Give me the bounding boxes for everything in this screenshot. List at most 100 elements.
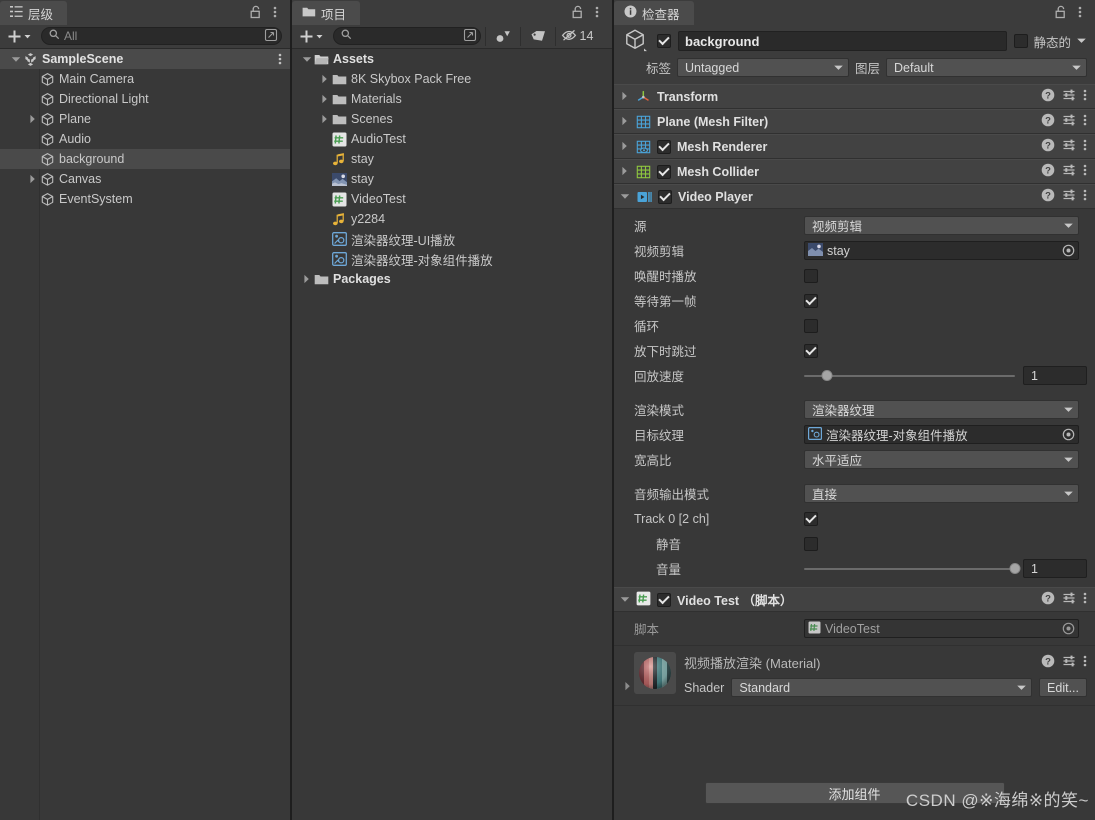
kebab-menu-icon[interactable] (1083, 88, 1087, 105)
project-item[interactable]: 渲染器纹理-UI播放 (292, 229, 612, 249)
kebab-menu-icon[interactable] (278, 52, 290, 66)
hierarchy-item-directional-light[interactable]: Directional Light (0, 89, 290, 109)
project-item[interactable]: 8K Skybox Pack Free (292, 69, 612, 89)
kebab-menu-icon[interactable] (1083, 188, 1087, 205)
lock-icon[interactable] (569, 2, 586, 22)
gameobject-name-field[interactable]: background (678, 31, 1008, 51)
hierarchy-item-audio[interactable]: Audio (0, 129, 290, 149)
layer-dropdown[interactable]: Default (886, 58, 1087, 77)
volume-slider[interactable] (804, 562, 1021, 576)
kebab-menu-icon[interactable] (266, 2, 283, 22)
project-item[interactable]: stay (292, 169, 612, 189)
project-item[interactable]: Assets (292, 49, 612, 69)
render-mode-dropdown[interactable]: 渲染器纹理 (804, 400, 1079, 419)
playback-speed-slider-handle[interactable] (821, 370, 833, 381)
help-icon[interactable]: ? (1041, 113, 1055, 130)
foldout-right-icon[interactable] (300, 273, 313, 286)
project-item[interactable]: Materials (292, 89, 612, 109)
volume-slider-handle[interactable] (1009, 563, 1021, 574)
kebab-menu-icon[interactable] (1083, 654, 1087, 671)
add-component-button[interactable]: 添加组件 (704, 782, 1005, 804)
skip-on-drop-checkbox[interactable] (804, 343, 818, 358)
foldout-right-icon[interactable] (620, 165, 629, 179)
kebab-menu-icon[interactable] (1083, 591, 1087, 608)
create-gameobject-button[interactable] (4, 27, 37, 46)
help-icon[interactable]: ? (1041, 88, 1055, 105)
kebab-menu-icon[interactable] (588, 2, 605, 22)
preset-icon[interactable] (1062, 654, 1076, 671)
hierarchy-item-canvas[interactable]: Canvas (0, 169, 290, 189)
search-by-label-icon[interactable] (521, 26, 555, 47)
foldout-right-icon[interactable] (318, 73, 331, 86)
search-expand-icon[interactable] (264, 28, 278, 45)
help-icon[interactable]: ? (1041, 188, 1055, 205)
lock-icon[interactable] (1052, 2, 1069, 22)
preset-icon[interactable] (1062, 163, 1076, 180)
aspect-ratio-dropdown[interactable]: 水平适应 (804, 450, 1079, 469)
component-header-plane-mesh-filter[interactable]: Plane (Mesh Filter)? (614, 109, 1095, 134)
kebab-menu-icon[interactable] (1083, 163, 1087, 180)
project-item[interactable]: AudioTest (292, 129, 612, 149)
lock-icon[interactable] (247, 2, 264, 22)
project-item[interactable]: Scenes (292, 109, 612, 129)
track-0-checkbox[interactable] (804, 511, 818, 526)
project-item[interactable]: 渲染器纹理-对象组件播放 (292, 249, 612, 269)
project-search-box[interactable] (333, 27, 481, 45)
create-asset-button[interactable] (296, 27, 329, 46)
object-picker-icon[interactable] (1058, 620, 1078, 637)
component-enabled-checkbox[interactable] (657, 164, 671, 179)
gameobject-enabled-checkbox[interactable] (657, 34, 671, 48)
hierarchy-search-box[interactable] (41, 27, 282, 45)
volume-field[interactable]: 1 (1023, 559, 1087, 578)
static-dropdown-caret-icon[interactable] (1076, 34, 1087, 48)
kebab-menu-icon[interactable] (1083, 113, 1087, 130)
loop-checkbox[interactable] (804, 318, 818, 333)
material-foldout-icon[interactable] (620, 652, 634, 697)
kebab-menu-icon[interactable] (1071, 2, 1088, 22)
audio-output-mode-dropdown[interactable]: 直接 (804, 484, 1079, 503)
foldout-down-icon[interactable] (620, 190, 630, 204)
foldout-down-icon[interactable] (9, 53, 22, 66)
component-enabled-checkbox[interactable] (657, 139, 671, 154)
preset-icon[interactable] (1062, 188, 1076, 205)
hierarchy-item-main-camera[interactable]: Main Camera (0, 69, 290, 89)
foldout-right-icon[interactable] (26, 173, 39, 186)
playback-speed-slider[interactable] (804, 369, 1015, 383)
hierarchy-search-input[interactable] (64, 29, 260, 43)
help-icon[interactable]: ? (1041, 654, 1055, 671)
playback-speed-field[interactable]: 1 (1023, 366, 1087, 385)
component-header-video-test[interactable]: Video Test （脚本） ? (614, 587, 1095, 612)
preset-icon[interactable] (1062, 88, 1076, 105)
foldout-down-icon[interactable] (620, 593, 630, 607)
hierarchy-item-eventsystem[interactable]: EventSystem (0, 189, 290, 209)
mute-checkbox[interactable] (804, 536, 818, 551)
wait-first-frame-checkbox[interactable] (804, 293, 818, 308)
component-header-transform[interactable]: Transform? (614, 84, 1095, 109)
preset-icon[interactable] (1062, 113, 1076, 130)
search-expand-icon[interactable] (463, 28, 477, 45)
project-item[interactable]: stay (292, 149, 612, 169)
tag-dropdown[interactable]: Untagged (677, 58, 850, 77)
foldout-right-icon[interactable] (318, 113, 331, 126)
foldout-right-icon[interactable] (620, 115, 629, 129)
foldout-down-icon[interactable] (300, 53, 313, 66)
project-item[interactable]: Packages (292, 269, 612, 289)
foldout-right-icon[interactable] (26, 113, 39, 126)
target-texture-field[interactable]: 渲染器纹理-对象组件播放 (804, 425, 1079, 444)
component-header-mesh-collider[interactable]: Mesh Collider? (614, 159, 1095, 184)
hierarchy-scene-row[interactable]: SampleScene (0, 49, 290, 69)
foldout-right-icon[interactable] (620, 90, 629, 104)
video-clip-field[interactable]: stay (804, 241, 1079, 260)
component-header-mesh-renderer[interactable]: Mesh Renderer? (614, 134, 1095, 159)
video-test-enabled-checkbox[interactable] (657, 592, 671, 607)
search-by-type-icon[interactable] (486, 26, 520, 47)
object-picker-icon[interactable] (1058, 426, 1078, 443)
help-icon[interactable]: ? (1041, 138, 1055, 155)
hidden-packages-toggle[interactable]: 14 (556, 26, 598, 47)
project-item[interactable]: VideoTest (292, 189, 612, 209)
component-header-video-player[interactable]: Video Player? (614, 184, 1095, 209)
tab-project[interactable]: 项目 (292, 1, 361, 25)
hierarchy-item-background[interactable]: background (0, 149, 290, 169)
help-icon[interactable]: ? (1041, 163, 1055, 180)
preset-icon[interactable] (1062, 138, 1076, 155)
